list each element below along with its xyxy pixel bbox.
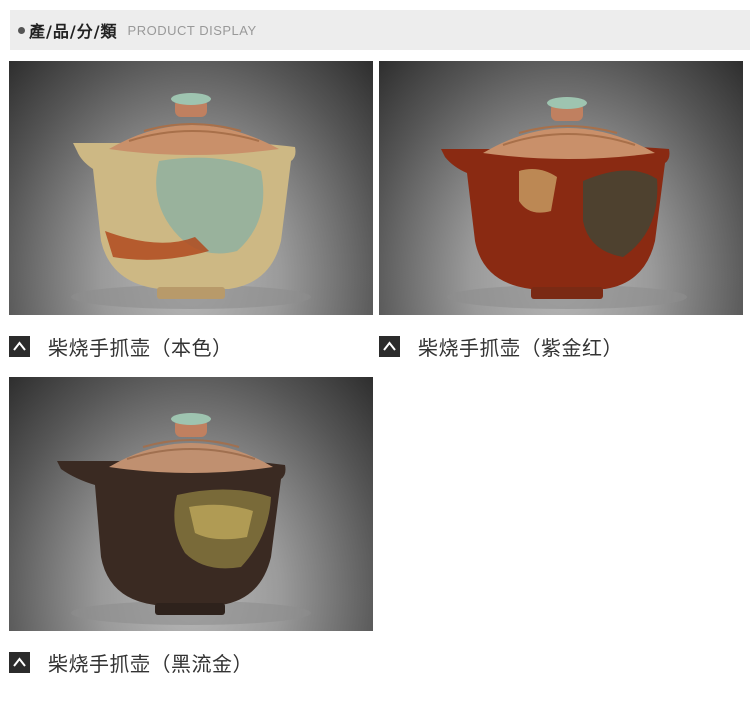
teapot-illustration bbox=[57, 413, 311, 625]
chevron-up-icon[interactable] bbox=[9, 651, 30, 673]
product-caption[interactable]: 柴烧手抓壶（黑流金） bbox=[9, 647, 253, 677]
product-photo[interactable] bbox=[379, 61, 743, 315]
product-caption[interactable]: 柴烧手抓壶（紫金红） bbox=[379, 331, 623, 361]
teapot-illustration bbox=[71, 93, 311, 309]
section-title: 產/品/分/類 bbox=[29, 22, 118, 41]
product-photo[interactable] bbox=[9, 61, 373, 315]
product-card[interactable]: 柴烧手抓壶（紫金红） bbox=[379, 61, 743, 360]
section-subtitle: PRODUCT DISPLAY bbox=[127, 22, 257, 38]
product-photo[interactable] bbox=[9, 377, 373, 631]
chevron-up-icon[interactable] bbox=[9, 335, 30, 357]
dot-icon bbox=[18, 26, 25, 34]
section-header: 產/品/分/類 PRODUCT DISPLAY bbox=[10, 10, 750, 50]
product-name: 柴烧手抓壶（紫金红） bbox=[418, 335, 623, 360]
product-card[interactable]: 柴烧手抓壶（本色） bbox=[9, 61, 373, 360]
product-card[interactable]: 柴烧手抓壶（黑流金） bbox=[9, 377, 373, 676]
chevron-up-icon[interactable] bbox=[379, 335, 400, 357]
teapot-illustration bbox=[441, 97, 687, 309]
product-name: 柴烧手抓壶（黑流金） bbox=[48, 651, 253, 676]
product-name: 柴烧手抓壶（本色） bbox=[48, 335, 233, 360]
product-caption[interactable]: 柴烧手抓壶（本色） bbox=[9, 331, 233, 361]
